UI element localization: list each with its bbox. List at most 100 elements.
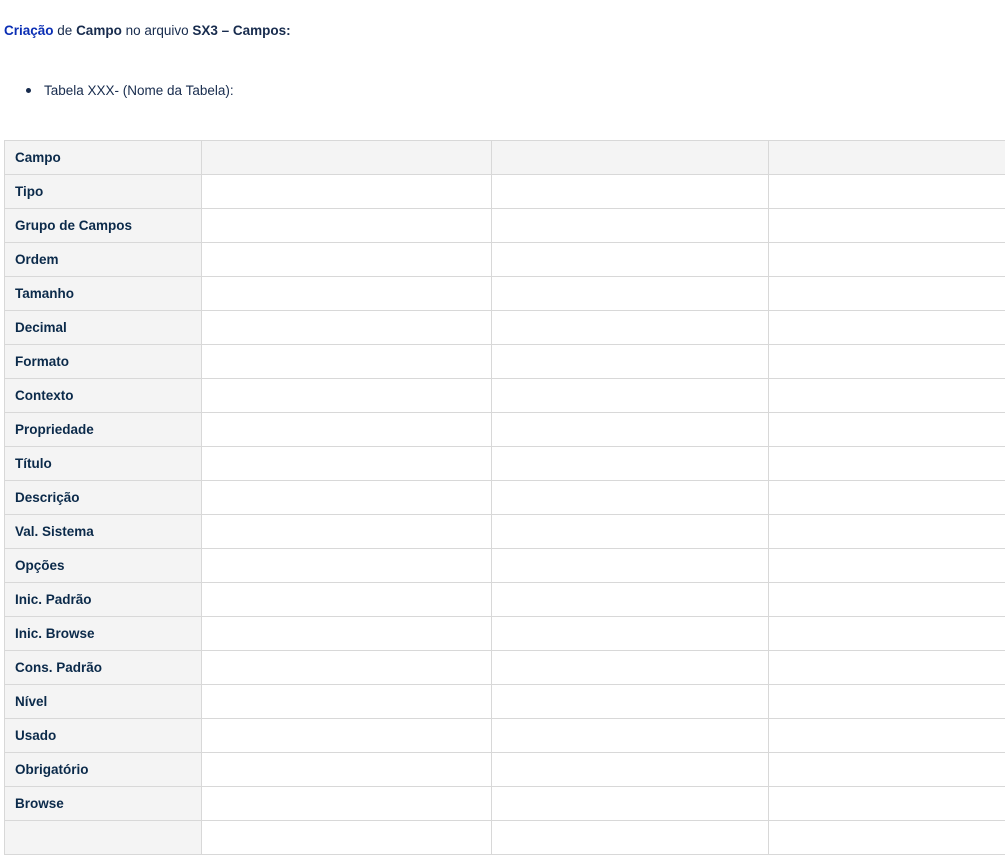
table-cell[interactable]: [492, 413, 769, 447]
table-cell[interactable]: [202, 447, 492, 481]
table-cell[interactable]: [202, 175, 492, 209]
row-header: Campo: [5, 141, 202, 175]
row-header: Cons. Padrão: [5, 651, 202, 685]
table-row: [5, 821, 1005, 855]
table-cell[interactable]: [769, 515, 1005, 549]
table-cell[interactable]: [492, 243, 769, 277]
fields-table-wrapper: CampoTipoGrupo de CamposOrdemTamanhoDeci…: [4, 140, 1005, 855]
table-cell[interactable]: [492, 277, 769, 311]
heading-text: no arquivo: [122, 23, 193, 38]
table-cell[interactable]: [492, 515, 769, 549]
table-cell[interactable]: [769, 753, 1005, 787]
table-cell[interactable]: [769, 447, 1005, 481]
table-cell[interactable]: [769, 413, 1005, 447]
table-cell[interactable]: [202, 379, 492, 413]
table-cell[interactable]: [492, 651, 769, 685]
table-cell[interactable]: [769, 379, 1005, 413]
row-header: Nível: [5, 685, 202, 719]
table-row: Tamanho: [5, 277, 1005, 311]
table-cell[interactable]: [492, 209, 769, 243]
table-cell[interactable]: [492, 141, 769, 175]
table-cell[interactable]: [202, 617, 492, 651]
table-cell[interactable]: [769, 821, 1005, 855]
table-row: Tipo: [5, 175, 1005, 209]
table-cell[interactable]: [492, 379, 769, 413]
table-cell[interactable]: [202, 685, 492, 719]
row-header: Usado: [5, 719, 202, 753]
table-row: Descrição: [5, 481, 1005, 515]
table-cell[interactable]: [769, 719, 1005, 753]
row-header: Inic. Padrão: [5, 583, 202, 617]
row-header: Val. Sistema: [5, 515, 202, 549]
row-header: Título: [5, 447, 202, 481]
table-cell[interactable]: [492, 753, 769, 787]
table-row: Propriedade: [5, 413, 1005, 447]
table-row: Título: [5, 447, 1005, 481]
row-header: [5, 821, 202, 855]
table-cell[interactable]: [202, 787, 492, 821]
table-cell[interactable]: [769, 685, 1005, 719]
row-header: Propriedade: [5, 413, 202, 447]
table-cell[interactable]: [202, 311, 492, 345]
table-cell[interactable]: [492, 787, 769, 821]
table-cell[interactable]: [492, 175, 769, 209]
table-row: Ordem: [5, 243, 1005, 277]
table-cell[interactable]: [202, 345, 492, 379]
table-cell[interactable]: [202, 141, 492, 175]
table-cell[interactable]: [492, 345, 769, 379]
bullet-icon: [26, 88, 31, 93]
table-cell[interactable]: [769, 617, 1005, 651]
table-cell[interactable]: [202, 583, 492, 617]
table-cell[interactable]: [769, 243, 1005, 277]
table-row: Nível: [5, 685, 1005, 719]
table-cell[interactable]: [492, 719, 769, 753]
table-cell[interactable]: [202, 821, 492, 855]
row-header: Browse: [5, 787, 202, 821]
table-cell[interactable]: [202, 209, 492, 243]
table-cell[interactable]: [769, 651, 1005, 685]
table-cell[interactable]: [769, 141, 1005, 175]
table-cell[interactable]: [769, 209, 1005, 243]
table-cell[interactable]: [202, 753, 492, 787]
table-cell[interactable]: [492, 311, 769, 345]
table-cell[interactable]: [769, 583, 1005, 617]
table-cell[interactable]: [202, 651, 492, 685]
row-header: Obrigatório: [5, 753, 202, 787]
table-row: Formato: [5, 345, 1005, 379]
table-cell[interactable]: [492, 549, 769, 583]
table-row: Cons. Padrão: [5, 651, 1005, 685]
table-cell[interactable]: [202, 481, 492, 515]
table-cell[interactable]: [769, 787, 1005, 821]
table-row: Campo: [5, 141, 1005, 175]
row-header: Tamanho: [5, 277, 202, 311]
table-cell[interactable]: [492, 447, 769, 481]
table-row: Browse: [5, 787, 1005, 821]
table-cell[interactable]: [492, 481, 769, 515]
table-cell[interactable]: [769, 481, 1005, 515]
table-cell[interactable]: [492, 685, 769, 719]
table-cell[interactable]: [769, 345, 1005, 379]
table-cell[interactable]: [202, 277, 492, 311]
fields-table: CampoTipoGrupo de CamposOrdemTamanhoDeci…: [4, 140, 1005, 855]
table-cell[interactable]: [202, 515, 492, 549]
table-cell[interactable]: [492, 821, 769, 855]
table-cell[interactable]: [202, 243, 492, 277]
table-cell[interactable]: [769, 549, 1005, 583]
table-cell[interactable]: [202, 549, 492, 583]
table-row: Val. Sistema: [5, 515, 1005, 549]
bullet-list: Tabela XXX- (Nome da Tabela):: [24, 82, 234, 100]
row-header: Inic. Browse: [5, 617, 202, 651]
row-header: Decimal: [5, 311, 202, 345]
table-cell[interactable]: [202, 719, 492, 753]
table-cell[interactable]: [769, 277, 1005, 311]
heading-highlight: Criação: [4, 23, 54, 38]
table-row: Inic. Padrão: [5, 583, 1005, 617]
row-header: Descrição: [5, 481, 202, 515]
table-cell[interactable]: [492, 617, 769, 651]
table-cell[interactable]: [492, 583, 769, 617]
table-row: Inic. Browse: [5, 617, 1005, 651]
table-cell[interactable]: [769, 311, 1005, 345]
page-heading: Criação de Campo no arquivo SX3 – Campos…: [4, 22, 291, 40]
table-cell[interactable]: [769, 175, 1005, 209]
table-cell[interactable]: [202, 413, 492, 447]
